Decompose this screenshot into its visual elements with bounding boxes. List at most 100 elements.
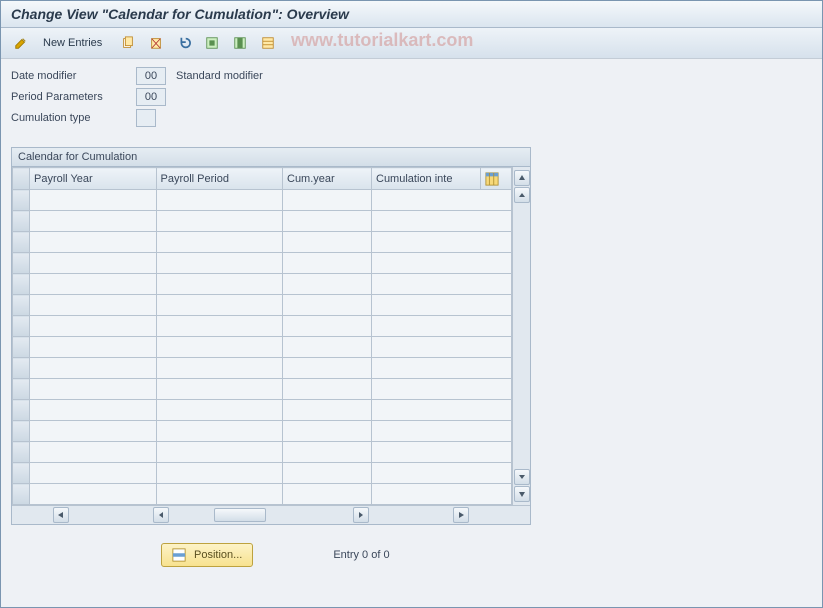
row-selector[interactable]: [13, 316, 30, 337]
cell-payroll-year[interactable]: [30, 379, 157, 400]
col-cumulation-interval[interactable]: Cumulation inte: [372, 168, 481, 190]
deselect-all-button[interactable]: [228, 32, 252, 54]
cell-cum-year[interactable]: [283, 337, 372, 358]
cell-cumulation-interval[interactable]: [372, 463, 512, 484]
scroll-bottom-button[interactable]: [514, 486, 530, 502]
cell-payroll-period[interactable]: [156, 379, 283, 400]
row-selector[interactable]: [13, 442, 30, 463]
row-selector[interactable]: [13, 295, 30, 316]
table-row[interactable]: [13, 190, 512, 211]
row-selector[interactable]: [13, 484, 30, 505]
toggle-detail-icon-button[interactable]: [9, 32, 33, 54]
table-row[interactable]: [13, 211, 512, 232]
cell-cum-year[interactable]: [283, 232, 372, 253]
cell-cumulation-interval[interactable]: [372, 274, 512, 295]
cell-payroll-year[interactable]: [30, 442, 157, 463]
cell-cum-year[interactable]: [283, 400, 372, 421]
col-payroll-year[interactable]: Payroll Year: [30, 168, 157, 190]
scroll-first-button[interactable]: [53, 507, 69, 523]
row-selector[interactable]: [13, 400, 30, 421]
scroll-right-button[interactable]: [353, 507, 369, 523]
cell-payroll-year[interactable]: [30, 190, 157, 211]
cell-cumulation-interval[interactable]: [372, 358, 512, 379]
cell-cumulation-interval[interactable]: [372, 400, 512, 421]
cell-payroll-year[interactable]: [30, 211, 157, 232]
vertical-scrollbar[interactable]: [512, 167, 530, 505]
cell-payroll-period[interactable]: [156, 400, 283, 421]
table-row[interactable]: [13, 463, 512, 484]
cell-payroll-year[interactable]: [30, 421, 157, 442]
table-row[interactable]: [13, 274, 512, 295]
cell-payroll-period[interactable]: [156, 358, 283, 379]
cell-cum-year[interactable]: [283, 358, 372, 379]
col-cum-year[interactable]: Cum.year: [283, 168, 372, 190]
row-selector[interactable]: [13, 232, 30, 253]
table-row[interactable]: [13, 484, 512, 505]
cell-cum-year[interactable]: [283, 316, 372, 337]
cell-cumulation-interval[interactable]: [372, 295, 512, 316]
cell-payroll-period[interactable]: [156, 442, 283, 463]
cumulation-type-input[interactable]: [136, 109, 156, 127]
scroll-top-button[interactable]: [514, 170, 530, 186]
delete-button[interactable]: [144, 32, 168, 54]
scroll-thumb[interactable]: [214, 508, 266, 522]
cell-payroll-year[interactable]: [30, 337, 157, 358]
cell-payroll-period[interactable]: [156, 253, 283, 274]
cell-payroll-year[interactable]: [30, 232, 157, 253]
cell-payroll-year[interactable]: [30, 484, 157, 505]
table-row[interactable]: [13, 421, 512, 442]
cell-cumulation-interval[interactable]: [372, 442, 512, 463]
cell-payroll-period[interactable]: [156, 316, 283, 337]
cell-payroll-period[interactable]: [156, 484, 283, 505]
row-selector[interactable]: [13, 211, 30, 232]
row-selector[interactable]: [13, 190, 30, 211]
cell-cumulation-interval[interactable]: [372, 253, 512, 274]
table-row[interactable]: [13, 253, 512, 274]
scroll-down-button[interactable]: [514, 469, 530, 485]
cell-cum-year[interactable]: [283, 484, 372, 505]
cell-payroll-period[interactable]: [156, 295, 283, 316]
select-all-button[interactable]: [200, 32, 224, 54]
cell-payroll-year[interactable]: [30, 358, 157, 379]
cell-cum-year[interactable]: [283, 295, 372, 316]
cell-cumulation-interval[interactable]: [372, 421, 512, 442]
cell-cum-year[interactable]: [283, 274, 372, 295]
horizontal-scrollbar[interactable]: [12, 505, 530, 524]
cell-cum-year[interactable]: [283, 379, 372, 400]
copy-button[interactable]: [116, 32, 140, 54]
position-button[interactable]: Position...: [161, 543, 253, 567]
cell-cumulation-interval[interactable]: [372, 211, 512, 232]
row-selector[interactable]: [13, 463, 30, 484]
cell-cumulation-interval[interactable]: [372, 190, 512, 211]
cell-cumulation-interval[interactable]: [372, 379, 512, 400]
row-selector[interactable]: [13, 379, 30, 400]
scroll-up-button[interactable]: [514, 187, 530, 203]
col-payroll-period[interactable]: Payroll Period: [156, 168, 283, 190]
cell-cumulation-interval[interactable]: [372, 484, 512, 505]
cell-cum-year[interactable]: [283, 190, 372, 211]
print-button[interactable]: [256, 32, 280, 54]
row-selector[interactable]: [13, 274, 30, 295]
row-selector[interactable]: [13, 358, 30, 379]
table-row[interactable]: [13, 400, 512, 421]
cell-cumulation-interval[interactable]: [372, 316, 512, 337]
cell-cum-year[interactable]: [283, 421, 372, 442]
row-selector[interactable]: [13, 421, 30, 442]
table-row[interactable]: [13, 295, 512, 316]
cell-cumulation-interval[interactable]: [372, 232, 512, 253]
table-row[interactable]: [13, 379, 512, 400]
cell-payroll-period[interactable]: [156, 421, 283, 442]
table-settings-button[interactable]: [481, 168, 512, 190]
cell-cum-year[interactable]: [283, 253, 372, 274]
cell-payroll-period[interactable]: [156, 232, 283, 253]
table-row[interactable]: [13, 316, 512, 337]
cell-payroll-period[interactable]: [156, 337, 283, 358]
scroll-last-button[interactable]: [453, 507, 469, 523]
undo-button[interactable]: [172, 32, 196, 54]
table-row[interactable]: [13, 232, 512, 253]
cell-payroll-period[interactable]: [156, 274, 283, 295]
cell-payroll-year[interactable]: [30, 295, 157, 316]
cell-cumulation-interval[interactable]: [372, 337, 512, 358]
new-entries-button[interactable]: New Entries: [37, 33, 108, 53]
cell-payroll-year[interactable]: [30, 463, 157, 484]
